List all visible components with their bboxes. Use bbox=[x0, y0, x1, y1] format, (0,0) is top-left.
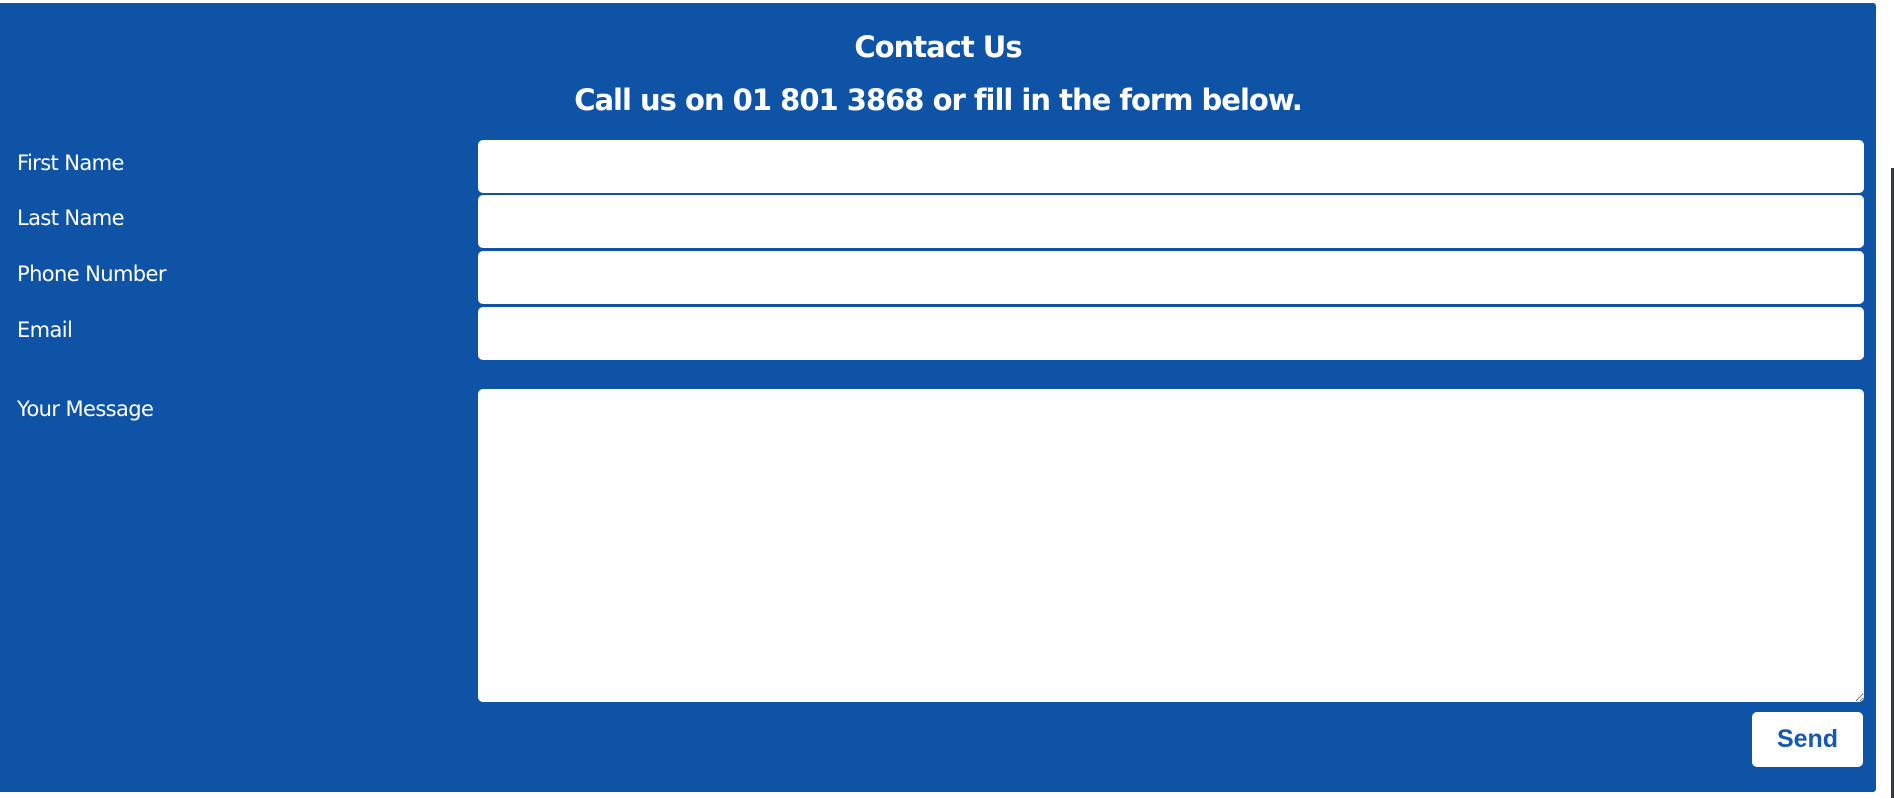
first-name-input[interactable] bbox=[478, 140, 1864, 193]
first-name-label: First Name bbox=[17, 151, 124, 175]
contact-subtitle: Call us on 01 801 3868 or fill in the fo… bbox=[574, 83, 1303, 117]
last-name-input[interactable] bbox=[478, 195, 1864, 248]
message-textarea[interactable] bbox=[478, 389, 1864, 702]
phone-number-label: Phone Number bbox=[17, 262, 166, 286]
contact-title: Contact Us bbox=[854, 30, 1022, 64]
email-input[interactable] bbox=[478, 307, 1864, 360]
send-button[interactable]: Send bbox=[1752, 712, 1863, 767]
contact-panel: Contact Us Call us on 01 801 3868 or fil… bbox=[0, 3, 1876, 792]
phone-number-input[interactable] bbox=[478, 251, 1864, 304]
message-label: Your Message bbox=[17, 397, 154, 421]
last-name-label: Last Name bbox=[17, 206, 125, 230]
email-label: Email bbox=[17, 318, 73, 342]
